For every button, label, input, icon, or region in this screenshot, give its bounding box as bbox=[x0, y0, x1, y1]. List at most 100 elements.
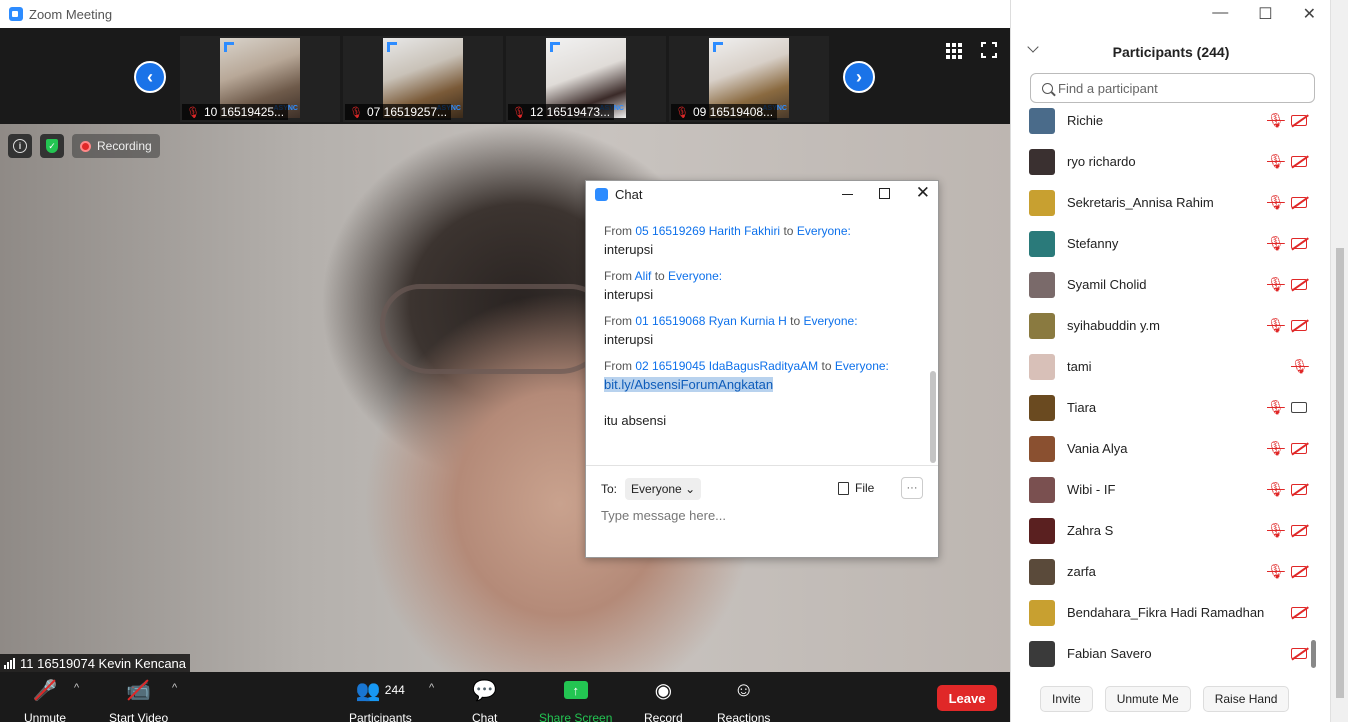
avatar bbox=[1029, 558, 1055, 585]
participants-options-chevron-icon[interactable]: ^ bbox=[429, 682, 434, 694]
invite-button[interactable]: Invite bbox=[1040, 686, 1093, 712]
participant-search-input[interactable] bbox=[1058, 80, 1298, 96]
participant-row[interactable]: zarfa 🎙 bbox=[1011, 551, 1317, 592]
participant-name: Zahra S bbox=[1067, 523, 1114, 538]
maximize-icon[interactable]: ☐ bbox=[1258, 4, 1272, 24]
participant-name: ryo richardo bbox=[1067, 154, 1136, 169]
mic-muted-icon: 🎤 bbox=[33, 676, 58, 704]
video-off-icon bbox=[1291, 525, 1307, 536]
mic-muted-icon: 🎙 bbox=[1267, 440, 1285, 456]
speaker-name-label: 11 16519074 Kevin Kencana bbox=[0, 654, 191, 672]
participant-row[interactable]: Bendahara_Fikra Hadi Ramadhan bbox=[1011, 592, 1317, 633]
participant-row[interactable]: syihabuddin y.m 🎙 bbox=[1011, 305, 1317, 346]
meeting-toolbar: 🎤 Unmute ^ 📹 Start Video ^ 👥 244 Partici… bbox=[0, 672, 1010, 722]
meeting-info-button[interactable]: i bbox=[8, 134, 32, 158]
chat-messages: From 05 16519269 Harith Fakhiri to Every… bbox=[586, 207, 938, 465]
recipient-dropdown[interactable]: Everyone ⌄ bbox=[625, 478, 702, 500]
participant-thumbnail[interactable]: ASYNC 🎙07 16519257... bbox=[343, 36, 503, 122]
recording-indicator[interactable]: Recording bbox=[72, 134, 160, 158]
start-video-button[interactable]: 📹 Start Video bbox=[109, 676, 168, 722]
participant-row[interactable]: Sekretaris_Annisa Rahim 🎙 bbox=[1011, 182, 1317, 223]
participant-name: Richie bbox=[1067, 113, 1104, 128]
leave-button[interactable]: Leave bbox=[937, 685, 997, 711]
participant-row[interactable]: Richie 🎙 bbox=[1011, 100, 1317, 141]
security-button[interactable]: ✓ bbox=[40, 134, 64, 158]
chat-message: From Alif to Everyone: interupsi bbox=[604, 269, 723, 302]
chat-window-controls: ✕ bbox=[841, 184, 930, 201]
mic-muted-icon: 🎙 bbox=[1267, 522, 1285, 538]
recipient-row: To: Everyone ⌄ bbox=[601, 478, 702, 500]
participant-row[interactable]: Fabian Savero bbox=[1011, 633, 1317, 670]
mic-muted-icon: 🎙 bbox=[1267, 481, 1285, 497]
prev-page-button[interactable]: ‹ bbox=[134, 61, 166, 93]
chat-message: From 02 16519045 IdaBagusRadityaAM to Ev… bbox=[604, 359, 889, 428]
gallery-strip: ‹ ASYNC 🎙10 16519425... ASYNC 🎙07 165192… bbox=[0, 28, 1010, 124]
participant-name: Sekretaris_Annisa Rahim bbox=[1067, 195, 1214, 210]
chat-link[interactable]: bit.ly/AbsensiForumAngkatan bbox=[604, 377, 774, 392]
participant-thumbnail[interactable]: ASYNC 🎙09 16519408... bbox=[669, 36, 829, 122]
mic-muted-icon: 🎙 bbox=[1267, 563, 1285, 579]
file-button[interactable]: File bbox=[838, 481, 874, 495]
minimize-icon[interactable]: — bbox=[1212, 4, 1228, 24]
unmute-button[interactable]: 🎤 Unmute bbox=[24, 676, 66, 722]
participant-row[interactable]: Zahra S 🎙 bbox=[1011, 510, 1317, 551]
participant-name: Syamil Cholid bbox=[1067, 277, 1147, 292]
avatar bbox=[1029, 435, 1055, 462]
chat-scrollbar[interactable] bbox=[930, 213, 936, 463]
reactions-button[interactable]: ☺ Reactions bbox=[717, 676, 770, 722]
participant-list: Richie 🎙 ryo richardo 🎙 Sekretaris_Annisa Ra… bbox=[1011, 100, 1317, 670]
participant-row[interactable]: Syamil Cholid 🎙 bbox=[1011, 264, 1317, 305]
close-icon[interactable]: ✕ bbox=[916, 184, 930, 201]
share-screen-icon: ↑ bbox=[563, 681, 588, 699]
participant-search[interactable] bbox=[1030, 73, 1315, 103]
window-title: Zoom Meeting bbox=[29, 6, 113, 22]
fullscreen-icon[interactable] bbox=[980, 41, 998, 59]
gallery-view-icon[interactable] bbox=[946, 43, 962, 59]
video-off-icon bbox=[1291, 607, 1307, 618]
mic-muted-icon: 🎙 bbox=[1291, 358, 1309, 374]
participants-button[interactable]: 👥 244 Participants bbox=[349, 676, 412, 722]
next-page-button[interactable]: › bbox=[843, 61, 875, 93]
mic-muted-icon: 🎙 bbox=[512, 106, 526, 119]
participant-row[interactable]: Vania Alya 🎙 bbox=[1011, 428, 1317, 469]
participant-name: Tiara bbox=[1067, 400, 1097, 415]
minimize-icon[interactable] bbox=[841, 194, 853, 195]
video-content bbox=[380, 284, 610, 374]
participant-row[interactable]: Stefanny 🎙 bbox=[1011, 223, 1317, 264]
participant-row[interactable]: tami 🎙 bbox=[1011, 346, 1317, 387]
mic-muted-icon: 🎙 bbox=[1267, 399, 1285, 415]
chat-button[interactable]: 💬 Chat bbox=[472, 676, 497, 722]
participant-name: syihabuddin y.m bbox=[1067, 318, 1160, 333]
raise-hand-button[interactable]: Raise Hand bbox=[1202, 686, 1290, 712]
record-button[interactable]: ◉ Record bbox=[644, 676, 683, 722]
participants-scrollbar[interactable] bbox=[1310, 108, 1318, 668]
participants-header: Participants (244) bbox=[1112, 44, 1230, 60]
video-off-icon bbox=[1291, 566, 1307, 577]
share-screen-button[interactable]: ↑ Share Screen bbox=[539, 676, 612, 722]
recording-label: Recording bbox=[97, 139, 152, 153]
mic-muted-icon: 🎙 bbox=[349, 106, 363, 119]
window-scrollbar[interactable] bbox=[1330, 0, 1348, 722]
thumbnail-name-label: 🎙 07 16519257... bbox=[345, 104, 452, 120]
more-options-icon[interactable]: ··· bbox=[901, 477, 923, 499]
unmute-me-button[interactable]: Unmute Me bbox=[1104, 686, 1191, 712]
mic-muted-icon: 🎙 bbox=[1267, 194, 1285, 210]
participant-thumbnail[interactable]: ASYNC 🎙12 16519473... bbox=[506, 36, 666, 122]
avatar bbox=[1029, 640, 1055, 667]
close-icon[interactable]: ✕ bbox=[1303, 4, 1316, 24]
participant-name: Stefanny bbox=[1067, 236, 1119, 251]
participant-thumbnail[interactable]: ASYNC 🎙10 16519425... bbox=[180, 36, 340, 122]
file-icon bbox=[838, 481, 849, 495]
video-options-chevron-icon[interactable]: ^ bbox=[172, 682, 177, 694]
maximize-icon[interactable] bbox=[878, 188, 890, 199]
avatar bbox=[1029, 271, 1055, 298]
video-off-icon bbox=[1291, 279, 1307, 290]
thumbnail-name-label: 🎙 12 16519473... bbox=[508, 104, 615, 120]
audio-options-chevron-icon[interactable]: ^ bbox=[74, 682, 79, 694]
participant-row[interactable]: ryo richardo 🎙 bbox=[1011, 141, 1317, 182]
mic-muted-icon: 🎙 bbox=[1267, 317, 1285, 333]
avatar bbox=[1029, 517, 1055, 544]
participant-row[interactable]: Wibi - IF 🎙 bbox=[1011, 469, 1317, 510]
chat-message-input[interactable] bbox=[601, 508, 921, 523]
participant-row[interactable]: Tiara 🎙 bbox=[1011, 387, 1317, 428]
